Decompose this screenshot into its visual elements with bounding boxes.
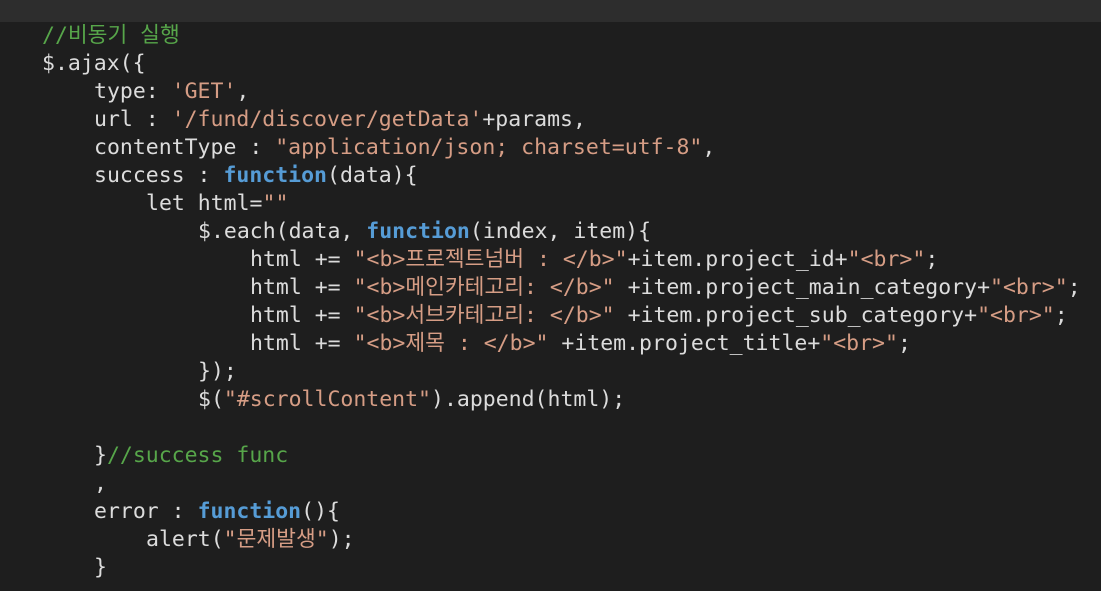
code-token-plain: html += (250, 247, 354, 272)
code-token-comment: //비동기 실행 (42, 23, 180, 48)
code-token-plain: (){ (301, 499, 340, 524)
code-line-5: contentType : "application/json; charset… (42, 134, 1092, 162)
code-token-plain: +item.project_id+ (627, 247, 848, 272)
code-token-plain: html += (250, 331, 354, 356)
code-line-12: html += "<b>제목 : </b>" +item.project_tit… (42, 330, 1092, 358)
code-line-2: $.ajax({ (42, 50, 1092, 78)
code-line-7: let html="" (42, 190, 1092, 218)
code-token-plain: +item.project_main_category+ (614, 275, 991, 300)
code-line-8: $.each(data, function(index, item){ (42, 218, 1092, 246)
code-token-plain: } (94, 555, 107, 580)
code-token-plain: }); (198, 359, 237, 384)
code-token-plain: url : (94, 107, 172, 132)
code-token-keyword: function (197, 499, 302, 524)
code-line-14: $("#scrollContent").append(html); (42, 386, 1092, 414)
code-token-plain: type: (94, 79, 172, 104)
editor-top-bar (0, 0, 1101, 22)
code-token-plain: contentType : (94, 135, 276, 160)
code-line-11: html += "<b>서브카테고리: </b>" +item.project_… (42, 302, 1092, 330)
code-line-10: html += "<b>메인카테고리: </b>" +item.project_… (42, 274, 1092, 302)
code-token-plain: ; (925, 247, 939, 272)
code-line-4: url : '/fund/discover/getData'+params, (42, 106, 1092, 134)
code-token-plain: +item.project_title+ (548, 331, 821, 356)
code-editor[interactable]: //비동기 실행 $.ajax({ type: 'GET', url : '/f… (42, 22, 1092, 591)
code-token-plain: $.ajax({ (42, 51, 146, 76)
code-token-string: "<br>" (847, 247, 926, 272)
code-line-20: } (42, 554, 1092, 582)
code-token-keyword: function (366, 219, 470, 244)
code-line-17: , (42, 470, 1092, 498)
code-token-plain: alert( (146, 527, 224, 552)
code-token-string: '/fund/discover/getData' (171, 107, 483, 132)
code-line-13: }); (42, 358, 1092, 386)
code-token-plain: html += (250, 303, 354, 328)
code-token-plain: (index, item){ (469, 219, 652, 244)
code-token-string: 'GET' (171, 79, 237, 104)
code-token-plain: error : (94, 499, 198, 524)
code-token-string: "application/json; charset=utf-8" (275, 135, 703, 160)
code-line-6: success : function(data){ (42, 162, 1092, 190)
code-token-string: "<br>" (820, 331, 898, 356)
code-token-string: "<b>서브카테고리: </b>" (353, 303, 615, 328)
code-token-string: "#scrollContent" (223, 387, 431, 412)
code-token-string: "<b>제목 : </b>" (353, 331, 549, 356)
code-token-plain: ; (897, 331, 911, 356)
code-line-16: }//success func (42, 442, 1092, 470)
code-token-plain: $( (198, 387, 224, 412)
code-token-plain: , (702, 135, 716, 160)
code-line-18: error : function(){ (42, 498, 1092, 526)
code-token-plain: let html= (146, 191, 263, 216)
code-token-keyword: function (223, 163, 328, 188)
code-line-1: //비동기 실행 (42, 22, 1092, 50)
code-token-plain: ); (328, 527, 355, 552)
code-token-string: "<b>메인카테고리: </b>" (353, 275, 615, 300)
code-token-plain: , (94, 471, 107, 496)
code-line-9: html += "<b>프로젝트넘버 : </b>"+item.project_… (42, 246, 1092, 274)
code-token-plain: ; (1054, 303, 1068, 328)
code-token-plain: $.each(data, (198, 219, 367, 244)
code-token-plain: } (94, 443, 107, 468)
code-token-plain: (data){ (327, 163, 418, 188)
code-line-3: type: 'GET', (42, 78, 1092, 106)
code-line-19: alert("문제발생"); (42, 526, 1092, 554)
code-token-plain: html += (250, 275, 354, 300)
code-token-plain: ).append(html); (431, 387, 626, 412)
code-token-string: "" (262, 191, 289, 216)
code-token-string: "<br>" (977, 303, 1055, 328)
code-token-comment: //success func (106, 443, 289, 468)
code-token-plain: success : (94, 163, 224, 188)
code-token-plain: +item.project_sub_category+ (614, 303, 978, 328)
code-token-string: "문제발생" (223, 527, 329, 552)
code-token-plain: ; (1067, 275, 1081, 300)
code-token-plain: , (236, 79, 250, 104)
code-token-string: "<b>프로젝트넘버 : </b>" (353, 247, 628, 272)
code-token-plain: +params, (482, 107, 586, 132)
code-token-string: "<br>" (990, 275, 1068, 300)
